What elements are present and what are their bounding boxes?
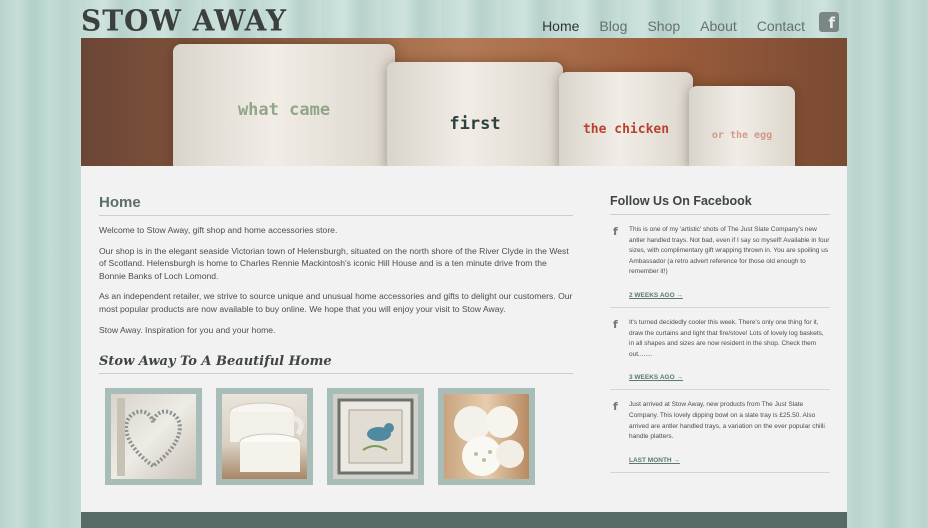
nav-about[interactable]: About <box>700 18 737 34</box>
page: STOW AWAY Home Blog Shop About Contact f… <box>81 0 847 528</box>
facebook-post: f Just arrived at Stow Away, new product… <box>610 390 830 473</box>
footer-bar <box>81 512 847 528</box>
gallery-title: Stow Away To A Beautiful Home <box>99 354 573 375</box>
mug-icon <box>229 402 304 472</box>
mug-word: first <box>449 114 501 134</box>
hero-banner: what came first the chicken or the egg <box>81 38 847 166</box>
nav-shop[interactable]: Shop <box>647 18 680 34</box>
main-column: Home Welcome to Stow Away, gift shop and… <box>99 194 573 375</box>
header: STOW AWAY Home Blog Shop About Contact f <box>81 0 847 38</box>
main-nav: Home Blog Shop About Contact <box>542 18 805 34</box>
mugs-image <box>222 394 307 479</box>
mug-word: the chicken <box>582 122 670 137</box>
hero-mug: the chicken <box>559 72 693 166</box>
post-text: It's turned decidedly cooler this week. … <box>629 318 824 358</box>
gallery-thumb-lanterns[interactable] <box>438 388 535 485</box>
heart-lantern-icon <box>454 406 524 476</box>
facebook-icon: f <box>613 225 618 238</box>
gallery-thumb-bird[interactable] <box>327 388 424 485</box>
bird-tile-image <box>333 394 418 479</box>
content-panel: Home Welcome to Stow Away, gift shop and… <box>81 166 847 512</box>
lanterns-image <box>444 394 529 479</box>
heart-wreath-image <box>111 394 196 479</box>
post-text: This is one of my 'artistic' shots of Th… <box>629 226 830 276</box>
facebook-sidebar: Follow Us On Facebook f This is one of m… <box>610 194 830 473</box>
bird-icon <box>337 398 414 475</box>
hero-mug: or the egg <box>689 86 795 166</box>
hero-mug: first <box>387 62 563 166</box>
retailer-paragraph: As an independent retailer, we strive to… <box>99 291 573 314</box>
tagline-paragraph: Stow Away. Inspiration for you and your … <box>99 324 276 335</box>
hero-mug: what came <box>173 44 395 166</box>
post-time-link[interactable]: 3 WEEKS AGO → <box>629 374 830 381</box>
nav-blog[interactable]: Blog <box>599 18 627 34</box>
nav-contact[interactable]: Contact <box>757 18 805 34</box>
heart-icon <box>117 398 182 476</box>
facebook-icon[interactable]: f <box>819 12 839 32</box>
facebook-icon: f <box>613 400 618 414</box>
intro-paragraph: Welcome to Stow Away, gift shop and home… <box>99 225 338 235</box>
nav-home[interactable]: Home <box>542 18 579 34</box>
location-paragraph: Our shop is in the elegant seaside Victo… <box>99 245 569 281</box>
site-logo[interactable]: STOW AWAY <box>81 3 287 38</box>
facebook-post: f It's turned decidedly cooler this week… <box>610 308 830 391</box>
post-text: Just arrived at Stow Away, new products … <box>629 401 825 441</box>
gallery <box>105 388 535 485</box>
post-time-link[interactable]: 2 WEEKS AGO → <box>629 292 830 299</box>
gallery-thumb-heart[interactable] <box>105 388 202 485</box>
gallery-thumb-mugs[interactable] <box>216 388 313 485</box>
facebook-icon: f <box>613 317 618 331</box>
mug-word: what came <box>237 100 331 120</box>
mug-word: or the egg <box>711 130 773 141</box>
post-time-link[interactable]: LAST MONTH → <box>629 457 830 464</box>
sidebar-title: Follow Us On Facebook <box>610 194 830 215</box>
page-title: Home <box>99 194 573 216</box>
facebook-post: f This is one of my 'artistic' shots of … <box>610 215 830 308</box>
